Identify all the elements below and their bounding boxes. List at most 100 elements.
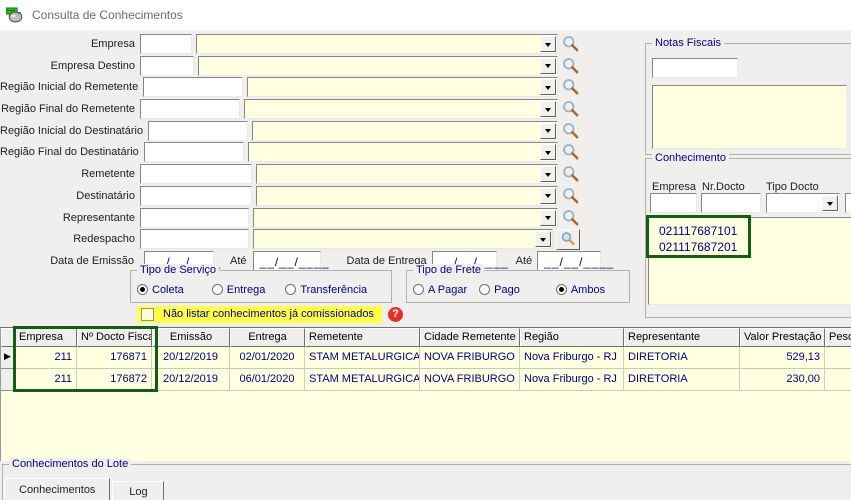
radio-dot[interactable] [479,284,490,295]
empresa-destino-code-input[interactable] [140,56,194,76]
list-item[interactable]: 021117687201 [649,239,851,255]
cell-regiao[interactable]: Nova Friburgo - RJ [520,369,624,391]
cell-emissao[interactable]: 20/12/2019 [152,347,230,369]
chevron-down-icon[interactable] [540,188,556,204]
search-icon[interactable] [562,143,580,161]
chevron-down-icon[interactable] [822,195,838,211]
conhecimento-nrdocto-input[interactable] [701,193,761,213]
grid-header-peso[interactable]: Peso [825,328,851,347]
radio-dot[interactable] [212,284,223,295]
radio-entrega[interactable]: Entrega [212,284,266,296]
cell-cidade[interactable]: NOVA FRIBURGO [420,347,520,369]
chevron-down-icon[interactable] [540,79,556,95]
radio-transferencia[interactable]: Transferência [285,284,367,296]
regiao-inicial-remetente-input[interactable] [143,77,243,97]
conhecimento-extra-input[interactable] [845,193,851,213]
regiao-final-destinatario-combobox[interactable] [248,142,558,162]
cell-remetente[interactable]: STAM METALURGICA LT [305,369,420,391]
remetente-combobox[interactable] [256,164,558,184]
notas-fiscais-input[interactable] [652,58,738,78]
regiao-inicial-remetente-combobox[interactable] [247,77,558,97]
tab-log[interactable]: Log [112,481,164,500]
grid-header-cidade[interactable]: Cidade Remetente [420,328,520,347]
radio-a-pagar[interactable]: A Pagar [413,284,467,296]
notas-fiscais-list[interactable] [652,85,847,149]
representante-input[interactable] [140,208,249,228]
cell-entrega[interactable]: 02/01/2020 [230,347,305,369]
grid-header-empresa[interactable]: Empresa [15,328,77,347]
chevron-down-icon[interactable] [540,210,556,226]
empresa-code-input[interactable] [140,34,192,54]
data-entrega-ate-input[interactable]: __/__/____ [537,251,601,271]
search-icon[interactable] [562,35,580,53]
search-icon[interactable] [562,209,580,227]
search-button[interactable] [556,229,580,250]
help-icon[interactable]: ? [388,307,403,322]
regiao-inicial-destinatario-combobox[interactable] [252,121,558,141]
search-icon[interactable] [562,78,580,96]
chevron-down-icon[interactable] [540,166,556,182]
empresa-combobox[interactable] [196,34,558,54]
cell-cidade[interactable]: NOVA FRIBURGO [420,369,520,391]
conhecimento-list[interactable]: 021117687101 021117687201 [648,217,851,305]
grid-header-entrega[interactable]: Entrega [230,328,305,347]
conhecimento-empresa-input[interactable] [650,193,697,213]
regiao-final-remetente-combobox[interactable] [244,99,558,119]
cell-docto[interactable]: 176872 [77,369,152,391]
checkbox[interactable] [141,308,154,321]
radio-dot[interactable] [413,284,424,295]
grid-header-emissao[interactable]: Emissão [152,328,230,347]
radio-coleta[interactable]: Coleta [137,284,184,296]
cell-regiao[interactable]: Nova Friburgo - RJ [520,347,624,369]
redespacho-combobox[interactable] [253,229,553,249]
empresa-destino-combobox[interactable] [198,56,558,76]
regiao-final-destinatario-input[interactable] [144,142,244,162]
search-icon[interactable] [562,122,580,140]
search-icon[interactable] [562,57,580,75]
cell-peso[interactable] [825,347,851,369]
chevron-down-icon[interactable] [540,58,556,74]
radio-pago[interactable]: Pago [479,284,520,296]
grid-header-representante[interactable]: Representante [624,328,740,347]
cell-entrega[interactable]: 06/01/2020 [230,369,305,391]
conhecimento-tipodocto-combobox[interactable] [766,193,840,213]
redespacho-input[interactable] [140,229,249,249]
chevron-down-icon[interactable] [540,101,556,117]
regiao-inicial-destinatario-input[interactable] [148,121,248,141]
radio-dot[interactable] [285,284,296,295]
cell-empresa[interactable]: 211 [15,347,77,369]
representante-combobox[interactable] [253,208,558,228]
search-icon[interactable] [562,187,580,205]
table-row[interactable]: ▶ 211 176871 20/12/2019 02/01/2020 STAM … [1,347,851,369]
radio-ambos[interactable]: Ambos [556,284,605,296]
radio-dot[interactable] [137,284,148,295]
chevron-down-icon[interactable] [540,123,556,139]
nao-listar-checkbox-wrap[interactable]: Não listar conhecimentos já comissionado… [137,306,382,323]
chevron-down-icon[interactable] [540,36,556,52]
cell-valor[interactable]: 230,00 [740,369,825,391]
cell-emissao[interactable]: 20/12/2019 [152,369,230,391]
regiao-final-remetente-input[interactable] [140,99,240,119]
data-emissao-ate-input[interactable]: __/__/____ [253,251,321,271]
grid-header-valor[interactable]: Valor Prestação [740,328,825,347]
cell-empresa[interactable]: 211 [15,369,77,391]
cell-valor[interactable]: 529,13 [740,347,825,369]
tab-conhecimentos[interactable]: Conhecimentos [4,478,110,500]
remetente-input[interactable] [140,164,252,184]
destinatario-combobox[interactable] [256,186,558,206]
chevron-down-icon[interactable] [535,231,551,247]
grid-header-remetente[interactable]: Remetente [305,328,420,347]
list-item[interactable]: 021117687101 [649,223,851,239]
table-row[interactable]: 211 176872 20/12/2019 06/01/2020 STAM ME… [1,369,851,391]
cell-docto[interactable]: 176871 [77,347,152,369]
chevron-down-icon[interactable] [540,144,556,160]
search-icon[interactable] [562,100,580,118]
grid-header-docto[interactable]: Nº Docto Fiscal [77,328,152,347]
cell-peso[interactable] [825,369,851,391]
grid-header-regiao[interactable]: Região [520,328,624,347]
search-icon[interactable] [562,165,580,183]
radio-dot[interactable] [556,284,567,295]
cell-remetente[interactable]: STAM METALURGICA LT [305,347,420,369]
cell-representante[interactable]: DIRETORIA [624,369,740,391]
cell-representante[interactable]: DIRETORIA [624,347,740,369]
